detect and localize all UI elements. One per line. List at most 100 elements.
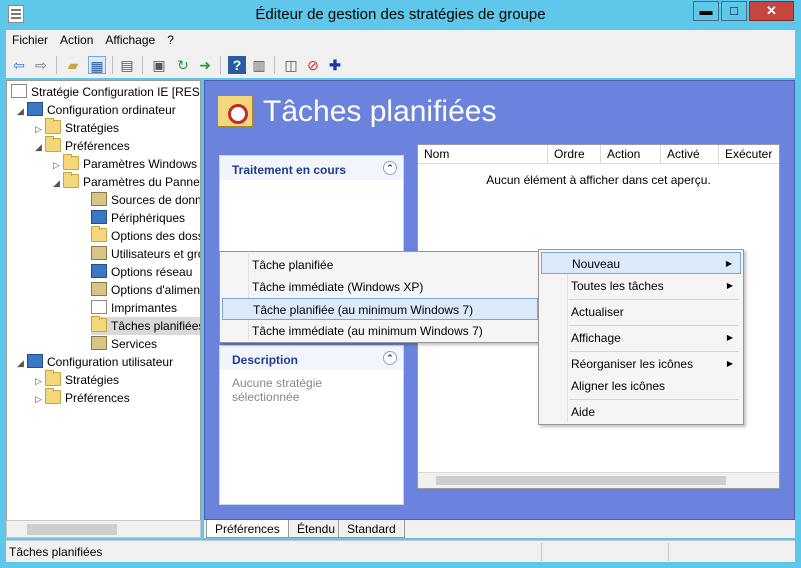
- menu-action[interactable]: Action: [54, 30, 99, 47]
- tree-label: Options des doss: [111, 229, 201, 243]
- new-icon[interactable]: ◫: [282, 56, 300, 74]
- tree-computer-config[interactable]: ◢ Configuration ordinateur: [17, 101, 176, 119]
- list-header: Nom Ordre Action Activé Exécuter: [418, 145, 779, 164]
- description-text: Aucune stratégie sélectionnée: [232, 376, 323, 404]
- expanded-arrow-icon[interactable]: ◢: [17, 354, 27, 372]
- panel-title: Description: [232, 353, 299, 367]
- collapsed-arrow-icon[interactable]: ▷: [53, 156, 63, 174]
- menu-item-view[interactable]: Affichage ▶: [541, 327, 741, 349]
- up-folder-icon[interactable]: ▰: [64, 56, 82, 74]
- tree-root[interactable]: Stratégie Configuration IE [RES-: [11, 83, 201, 101]
- menu-item-nouveau[interactable]: Nouveau ▶: [541, 252, 741, 274]
- add-icon[interactable]: ✚: [326, 56, 344, 74]
- back-icon[interactable]: ⇦: [10, 56, 28, 74]
- printer-icon: [91, 300, 107, 314]
- tab-etendu[interactable]: Étendu: [288, 520, 345, 538]
- tree-scheduled-tasks[interactable]: Tâches planifiées: [91, 316, 201, 335]
- scheduled-tasks-icon: [91, 316, 107, 332]
- tree-power-options[interactable]: Options d'alimen: [91, 281, 200, 299]
- menu-separator: [569, 325, 739, 326]
- menu-item-arrange-icons[interactable]: Réorganiser les icônes ▶: [541, 353, 741, 375]
- collapsed-arrow-icon[interactable]: ▷: [35, 372, 45, 390]
- menu-item-scheduled-task[interactable]: Tâche planifiée: [222, 254, 538, 276]
- collapse-chevron-icon[interactable]: ⌃: [383, 161, 397, 175]
- window: Éditeur de gestion des stratégies de gro…: [0, 0, 801, 568]
- toolbar-separator: [56, 56, 57, 74]
- tree-user-preferences[interactable]: ▷ Préférences: [35, 388, 130, 408]
- collapse-chevron-icon[interactable]: ⌃: [383, 351, 397, 365]
- toolbar-separator: [112, 56, 113, 74]
- status-separator: [668, 543, 669, 561]
- view-icon[interactable]: ▥: [250, 56, 268, 74]
- menu-fichier[interactable]: Fichier: [6, 30, 54, 47]
- column-header-ordre[interactable]: Ordre: [548, 145, 601, 164]
- tree-services[interactable]: Services: [91, 335, 157, 353]
- menu-item-immediate-task-win7[interactable]: Tâche immédiate (au minimum Windows 7): [222, 320, 538, 342]
- tree-preferences[interactable]: ◢ Préférences: [35, 136, 130, 156]
- tab-standard[interactable]: Standard: [338, 520, 405, 538]
- tree-label: Tâches planifiées: [111, 319, 201, 333]
- menu-item-all-tasks[interactable]: Toutes les tâches ▶: [541, 275, 741, 297]
- expanded-arrow-icon[interactable]: ◢: [17, 102, 27, 120]
- collapsed-arrow-icon[interactable]: ▷: [35, 390, 45, 408]
- tree-users-groups[interactable]: Utilisateurs et gro: [91, 245, 200, 263]
- tree-panel-params[interactable]: ◢ Paramètres du Panne: [53, 172, 200, 192]
- refresh-icon[interactable]: ↻: [174, 56, 192, 74]
- menu-separator: [569, 399, 739, 400]
- page-title: Tâches planifiées: [263, 95, 497, 128]
- properties-icon[interactable]: ▤: [118, 56, 136, 74]
- collapsed-arrow-icon[interactable]: ▷: [35, 120, 45, 138]
- column-header-nom[interactable]: Nom: [418, 145, 548, 164]
- minimize-button[interactable]: ▬: [693, 1, 719, 21]
- expanded-arrow-icon[interactable]: ◢: [53, 174, 63, 192]
- tree-folder-options[interactable]: Options des doss: [91, 226, 201, 245]
- maximize-button[interactable]: □: [721, 1, 747, 21]
- panel-title: Traitement en cours: [232, 163, 347, 177]
- menu-help[interactable]: ?: [161, 30, 180, 47]
- tree-printers[interactable]: Imprimantes: [91, 299, 177, 317]
- tree-label: Stratégie Configuration IE [RES-: [31, 85, 201, 99]
- tree-network-options[interactable]: Options réseau: [91, 263, 192, 281]
- tree-user-config[interactable]: ◢ Configuration utilisateur: [17, 353, 173, 371]
- menu-item-immediate-task-xp[interactable]: Tâche immédiate (Windows XP): [222, 276, 538, 298]
- forward-icon[interactable]: ⇨: [32, 56, 50, 74]
- column-header-executer[interactable]: Exécuter: [719, 145, 779, 164]
- tree-user-strategies[interactable]: ▷ Stratégies: [35, 370, 119, 390]
- menu-item-help[interactable]: Aide: [541, 401, 741, 423]
- scrollbar-thumb[interactable]: [436, 476, 726, 485]
- folder-icon: [45, 370, 61, 386]
- print-icon[interactable]: ▣: [150, 56, 168, 74]
- tree-devices[interactable]: Périphériques: [91, 209, 185, 227]
- tree-strategies[interactable]: ▷ Stratégies: [35, 118, 119, 138]
- close-button[interactable]: ✕: [749, 1, 794, 21]
- new-submenu: Tâche planifiée Tâche immédiate (Windows…: [219, 251, 541, 343]
- stop-icon[interactable]: ⊘: [304, 56, 322, 74]
- menu-bar: Fichier Action Affichage?: [6, 30, 795, 51]
- scrollbar-thumb[interactable]: [27, 524, 117, 535]
- submenu-arrow-icon: ▶: [726, 333, 733, 342]
- panel-header: Traitement en cours ⌃: [220, 156, 403, 180]
- column-header-active[interactable]: Activé: [661, 145, 719, 164]
- export-icon[interactable]: ➜: [196, 56, 214, 74]
- device-icon: [91, 210, 107, 224]
- folder-icon: [63, 154, 79, 170]
- view-tabs: Préférences Étendu Standard: [204, 520, 795, 538]
- tree-data-sources[interactable]: Sources de donn: [91, 191, 200, 209]
- help-icon[interactable]: ?: [228, 56, 246, 74]
- menu-affichage[interactable]: Affichage: [99, 30, 161, 47]
- menu-item-refresh[interactable]: Actualiser: [541, 301, 741, 323]
- menu-separator: [569, 351, 739, 352]
- column-header-action[interactable]: Action: [601, 145, 661, 164]
- submenu-arrow-icon: ▶: [726, 359, 733, 368]
- menu-item-align-icons[interactable]: Aligner les icônes: [541, 375, 741, 397]
- tree-horizontal-scrollbar[interactable]: [6, 520, 201, 538]
- tree-label: Imprimantes: [111, 301, 178, 315]
- menu-item-scheduled-task-win7[interactable]: Tâche planifiée (au minimum Windows 7): [222, 298, 538, 320]
- show-hide-tree-icon[interactable]: ▦: [88, 56, 106, 74]
- tree-windows-params[interactable]: ▷ Paramètres Windows: [53, 154, 197, 174]
- tab-preferences[interactable]: Préférences: [206, 520, 289, 538]
- list-horizontal-scrollbar[interactable]: [418, 472, 779, 488]
- expanded-arrow-icon[interactable]: ◢: [35, 138, 45, 156]
- toolbar-separator: [142, 56, 143, 74]
- status-text: Tâches planifiées: [9, 545, 103, 559]
